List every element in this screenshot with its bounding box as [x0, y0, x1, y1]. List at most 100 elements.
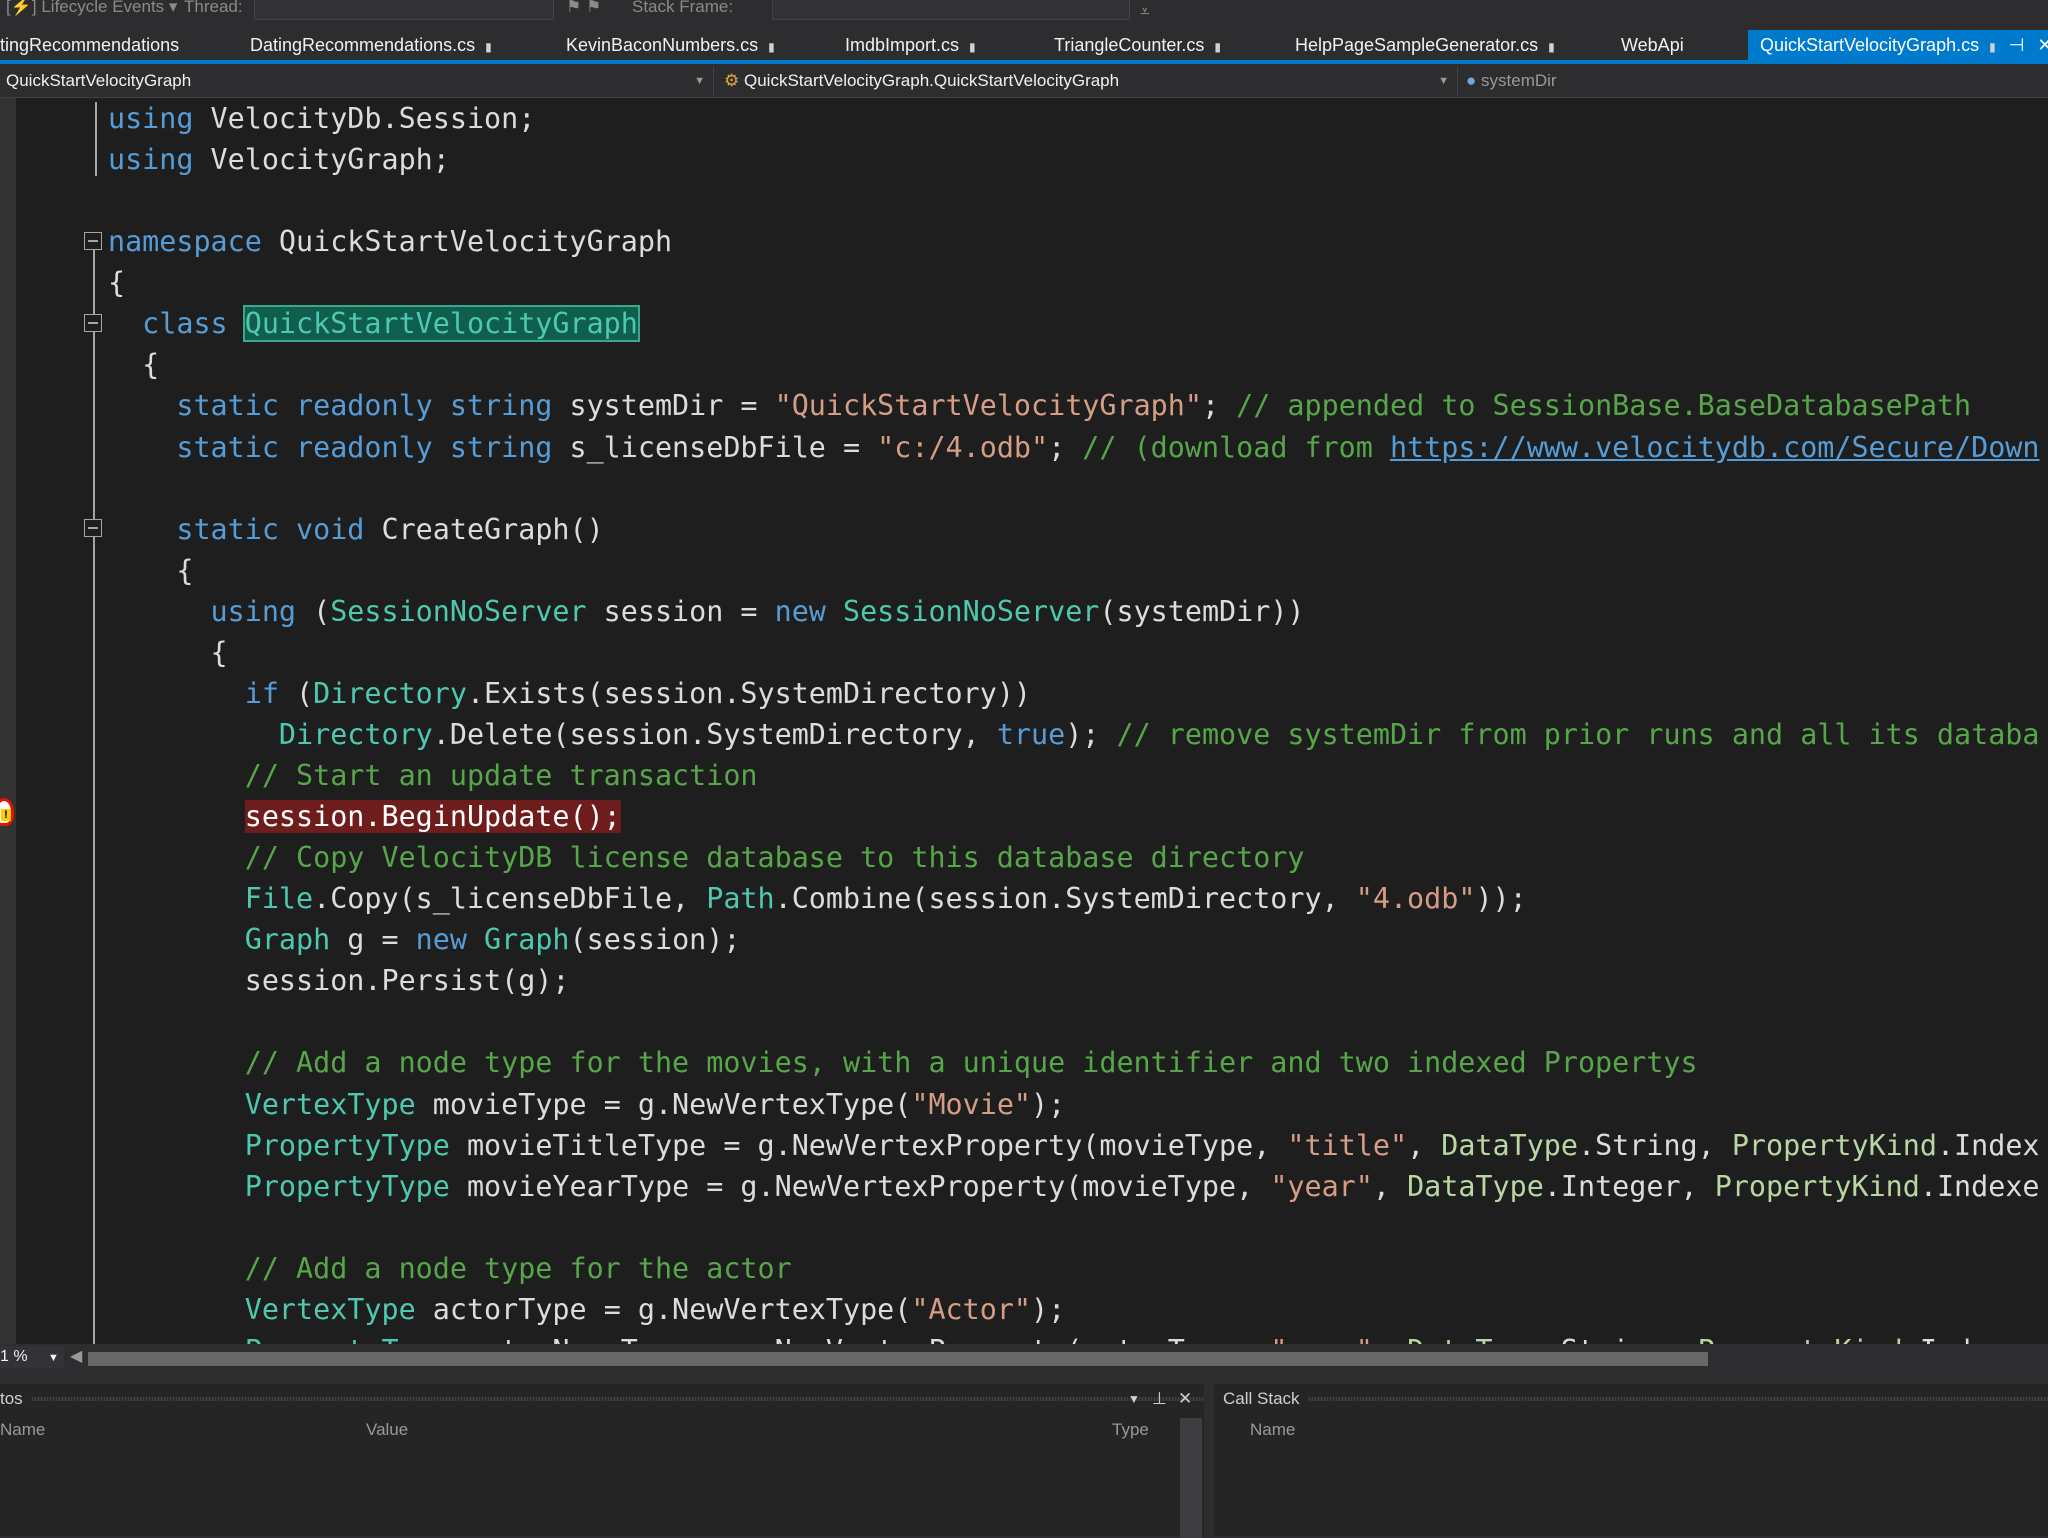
type-name: PropertyType [245, 1334, 450, 1344]
keyword: static void [176, 512, 365, 546]
tab-2[interactable]: KevinBaconNumbers.cs ▮ [566, 30, 775, 60]
code-editor[interactable]: using VelocityDb.Session; using VelocityG… [0, 98, 2048, 1344]
code-text: ); [1031, 1087, 1066, 1121]
autos-panel: tos ▼ ⊥ ✕ Name Value Type [0, 1384, 1204, 1538]
lifecycle-events-button[interactable]: [⚡] Lifecycle Events ▾ [6, 0, 177, 17]
enum-type: PropertyKind [1731, 1128, 1937, 1162]
tab-label: ImdbImport.cs [845, 35, 960, 55]
call-stack-panel: Call Stack Name [1214, 1384, 2048, 1536]
enum-type: DataType [1441, 1128, 1578, 1162]
thread-dropdown[interactable] [254, 0, 554, 20]
code-text: CreateGraph() [364, 512, 604, 546]
lock-icon: ▮ [768, 40, 775, 54]
autos-vertical-scrollbar[interactable] [1180, 1418, 1202, 1538]
string-literal: "QuickStartVelocityGraph" [774, 389, 1202, 423]
comment: // Add a node type for the movies, with … [244, 1046, 1698, 1080]
scroll-left-icon[interactable]: ◀ [70, 1346, 82, 1366]
tab-label: HelpPageSampleGenerator.cs [1295, 35, 1539, 55]
code-line: // Add a node type for the actor [0, 1248, 2048, 1289]
code-text: movieType = g.NewVertexType( [415, 1087, 912, 1121]
column-header-value[interactable]: Value [366, 1420, 408, 1440]
comment: // Copy VelocityDB license database to t… [244, 841, 1305, 875]
pin-icon[interactable]: ⊥ [1152, 1384, 1167, 1414]
tab-7[interactable]: QuickStartVelocityGraph.cs ▮ ⊣ ✕ [1748, 30, 2048, 60]
code-text: { [176, 553, 194, 587]
code-text: ; [1048, 430, 1083, 464]
chevron-down-icon: ▼ [1438, 75, 1449, 87]
pin-tab-icon[interactable]: ⊣ [2004, 35, 2025, 55]
code-text: VelocityGraph; [193, 143, 450, 177]
lock-icon: ▮ [1989, 40, 1996, 54]
horizontal-scrollbar-thumb[interactable] [88, 1352, 1708, 1366]
code-text: movieTitleType = g.NewVertexProperty(mov… [449, 1128, 1288, 1162]
enum-type: DataType [1407, 1169, 1544, 1203]
type-name: PropertyType [244, 1128, 450, 1162]
document-tabs: tingRecommendations DatingRecommendations… [0, 30, 2048, 64]
code-line: using (SessionNoServer session = new Ses… [0, 591, 2048, 632]
column-header-name[interactable]: Name [1250, 1420, 1295, 1440]
tab-0[interactable]: tingRecommendations [0, 30, 179, 60]
code-line: static readonly string s_licenseDbFile =… [0, 427, 2048, 468]
toolbar-overflow-icon[interactable]: ⩡ [1140, 2, 1150, 22]
code-line: { [0, 262, 2048, 303]
code-text: QuickStartVelocityGraph [261, 225, 673, 259]
code-text: , [1373, 1334, 1407, 1344]
code-line: using VelocityDb.Session; [0, 98, 2048, 139]
url-link[interactable]: https://www.velocitydb.com/Secure/Down [1390, 431, 2040, 464]
zoom-level-dropdown[interactable]: 1 % ▼ [0, 1346, 64, 1368]
code-text: .Indexe [1903, 1334, 2023, 1344]
horizontal-scrollbar-row: 1 % ▼ ◀ [0, 1344, 2048, 1372]
type-name: VertexType [244, 1087, 416, 1121]
member-dropdown[interactable]: ● systemDir [1462, 66, 2048, 96]
call-stack-title: Call Stack [1214, 1389, 1308, 1408]
lock-icon: ▮ [1548, 40, 1555, 54]
column-header-type[interactable]: Type [1112, 1420, 1149, 1440]
highlighted-identifier: QuickStartVelocityGraph [242, 305, 640, 343]
code-text: .String, [1544, 1334, 1698, 1344]
keyword: namespace [108, 225, 262, 259]
tab-5[interactable]: HelpPageSampleGenerator.cs ▮ [1295, 30, 1555, 60]
tab-label: TriangleCounter.cs [1054, 35, 1205, 55]
keyword: class [142, 307, 228, 341]
enum-type: PropertyKind [1698, 1334, 1903, 1344]
close-icon[interactable]: ✕ [1178, 1384, 1192, 1414]
chevron-down-icon: ▼ [48, 1352, 59, 1364]
code-line: // Add a node type for the movies, with … [0, 1042, 2048, 1083]
code-text: .Combine(session.SystemDirectory, [774, 882, 1356, 916]
tab-label: QuickStartVelocityGraph.cs [1760, 35, 1980, 55]
stack-frame-label: Stack Frame: [632, 0, 734, 16]
keyword: true [996, 717, 1066, 751]
stack-frame-dropdown[interactable] [772, 0, 1130, 20]
keyword: static readonly string [176, 430, 553, 464]
tab-3[interactable]: ImdbImport.cs ▮ [845, 30, 976, 60]
tab-6[interactable]: WebApi [1621, 30, 1684, 60]
type-name: VertexType [244, 1292, 416, 1326]
lock-icon: ▮ [1214, 40, 1222, 54]
column-header-name[interactable]: Name [0, 1420, 45, 1440]
string-literal: "year" [1270, 1169, 1373, 1203]
lifecycle-icon: [⚡] [6, 0, 42, 16]
code-text: .Indexe [1919, 1169, 2040, 1203]
tab-1[interactable]: DatingRecommendations.cs ▮ [250, 30, 492, 60]
flag-icon[interactable]: ⚑ ⚑ [566, 0, 601, 17]
tab-4[interactable]: TriangleCounter.cs ▮ [1054, 30, 1221, 60]
string-literal: "name" [1270, 1334, 1373, 1344]
code-text: g = [330, 923, 416, 957]
close-tab-icon[interactable]: ✕ [2032, 35, 2048, 55]
project-dropdown[interactable]: QuickStartVelocityGraph ▼ [0, 66, 714, 96]
panel-menu-icon[interactable]: ▼ [1128, 1384, 1140, 1414]
tab-label: KevinBaconNumbers.cs [566, 35, 759, 55]
keyword: new [774, 594, 826, 628]
code-text: )); [1475, 882, 1527, 916]
type-name: Path [706, 882, 775, 916]
keyword: using [108, 143, 194, 177]
code-text: { [108, 266, 126, 300]
keyword: new [415, 923, 467, 957]
code-line: { [0, 550, 2048, 591]
type-dropdown[interactable]: ⚙ QuickStartVelocityGraph.QuickStartVelo… [718, 66, 1458, 96]
